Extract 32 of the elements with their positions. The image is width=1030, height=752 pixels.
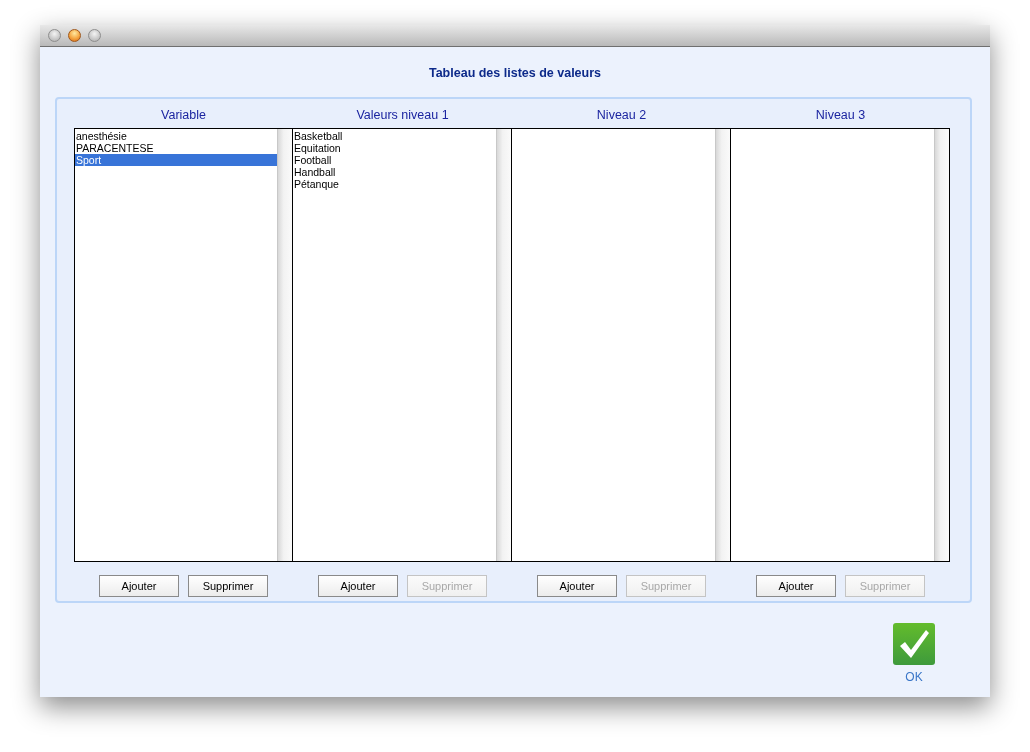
zoom-button[interactable] [88,29,101,42]
list-item[interactable]: Basketball [293,130,496,142]
list-item[interactable]: Pétanque [293,178,496,190]
list-box[interactable]: Basketball Equitation Football Handball Pétanque [293,128,512,562]
scrollbar[interactable] [496,129,511,561]
column-header: Valeurs niveau 1 [355,106,450,124]
column-header: Niveau 3 [814,106,867,124]
delete-button[interactable]: Supprimer [188,575,268,597]
column-header: Niveau 2 [595,106,648,124]
list-item[interactable]: Handball [293,166,496,178]
list-item[interactable]: Sport [75,154,277,166]
list-item[interactable]: PARACENTESE [75,142,277,154]
list-item[interactable]: Football [293,154,496,166]
checkmark-icon [897,628,931,660]
scrollbar[interactable] [715,129,730,561]
close-button[interactable] [48,29,61,42]
ok-button[interactable] [893,623,935,665]
scrollbar[interactable] [277,129,292,561]
add-button[interactable]: Ajouter [756,575,836,597]
list-box[interactable] [731,128,950,562]
add-button[interactable]: Ajouter [537,575,617,597]
dialog-title: Tableau des listes de valeurs [427,65,603,82]
add-button[interactable]: Ajouter [318,575,398,597]
scrollbar[interactable] [934,129,949,561]
list-item[interactable]: Equitation [293,142,496,154]
list-item[interactable]: anesthésie [75,130,277,142]
minimize-button[interactable] [68,29,81,42]
list-box[interactable]: anesthésie PARACENTESE Sport [74,128,293,562]
list-box[interactable] [512,128,731,562]
ok-label[interactable]: OK [905,670,923,684]
column-header: Variable [160,106,207,124]
add-button[interactable]: Ajouter [99,575,179,597]
